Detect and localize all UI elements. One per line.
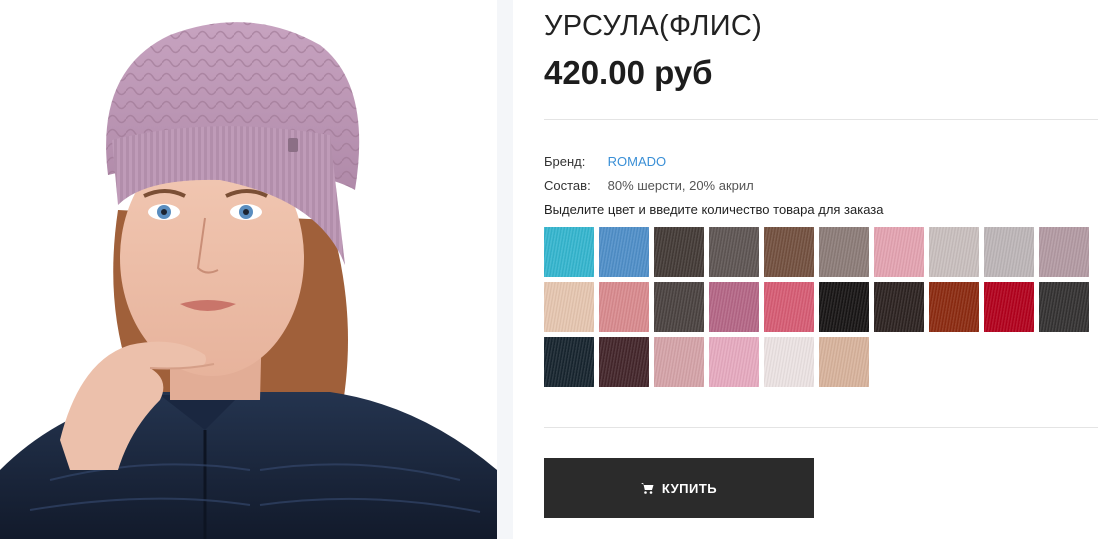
color-swatch-grid [544,227,1100,387]
color-selection-hint: Выделите цвет и введите количество товар… [544,202,884,217]
color-swatch[interactable] [929,282,979,332]
brand-label: Бренд: [544,154,586,169]
color-swatch[interactable] [764,227,814,277]
color-swatch[interactable] [544,282,594,332]
composition-row: Состав: 80% шерсти, 20% акрил [544,178,754,193]
product-photo [0,0,497,539]
cart-icon [640,483,654,494]
color-swatch[interactable] [654,337,704,387]
color-swatch[interactable] [599,282,649,332]
color-swatch[interactable] [654,227,704,277]
color-swatch[interactable] [874,282,924,332]
color-swatch[interactable] [984,227,1034,277]
product-title: УРСУЛА(ФЛИС) [544,10,763,42]
buy-button-label: КУПИТЬ [661,480,718,496]
color-swatch[interactable] [874,227,924,277]
buy-button[interactable]: КУПИТЬ [544,458,814,518]
color-swatch[interactable] [544,227,594,277]
color-swatch[interactable] [819,337,869,387]
brand-row: Бренд: ROMADO [544,154,666,169]
color-swatch[interactable] [709,282,759,332]
product-image [0,22,497,539]
color-swatch[interactable] [1039,282,1089,332]
color-swatch[interactable] [544,337,594,387]
divider-bottom [544,427,1098,428]
brand-link[interactable]: ROMADO [608,154,667,169]
color-swatch[interactable] [929,227,979,277]
column-divider [497,0,513,539]
product-price: 420.00 руб [544,54,713,91]
composition-value: 80% шерсти, 20% акрил [607,178,754,193]
product-info: УРСУЛА(ФЛИС) 420.00 руб Бренд: ROMADO Со… [544,0,1100,539]
color-swatch[interactable] [709,337,759,387]
color-swatch[interactable] [1039,227,1089,277]
color-swatch[interactable] [599,227,649,277]
color-swatch[interactable] [654,282,704,332]
color-swatch[interactable] [709,227,759,277]
color-swatch[interactable] [984,282,1034,332]
color-swatch[interactable] [764,337,814,387]
divider-top [544,119,1098,120]
color-swatch[interactable] [819,282,869,332]
color-swatch[interactable] [764,282,814,332]
color-swatch[interactable] [819,227,869,277]
color-swatch[interactable] [599,337,649,387]
composition-label: Состав: [544,178,591,193]
